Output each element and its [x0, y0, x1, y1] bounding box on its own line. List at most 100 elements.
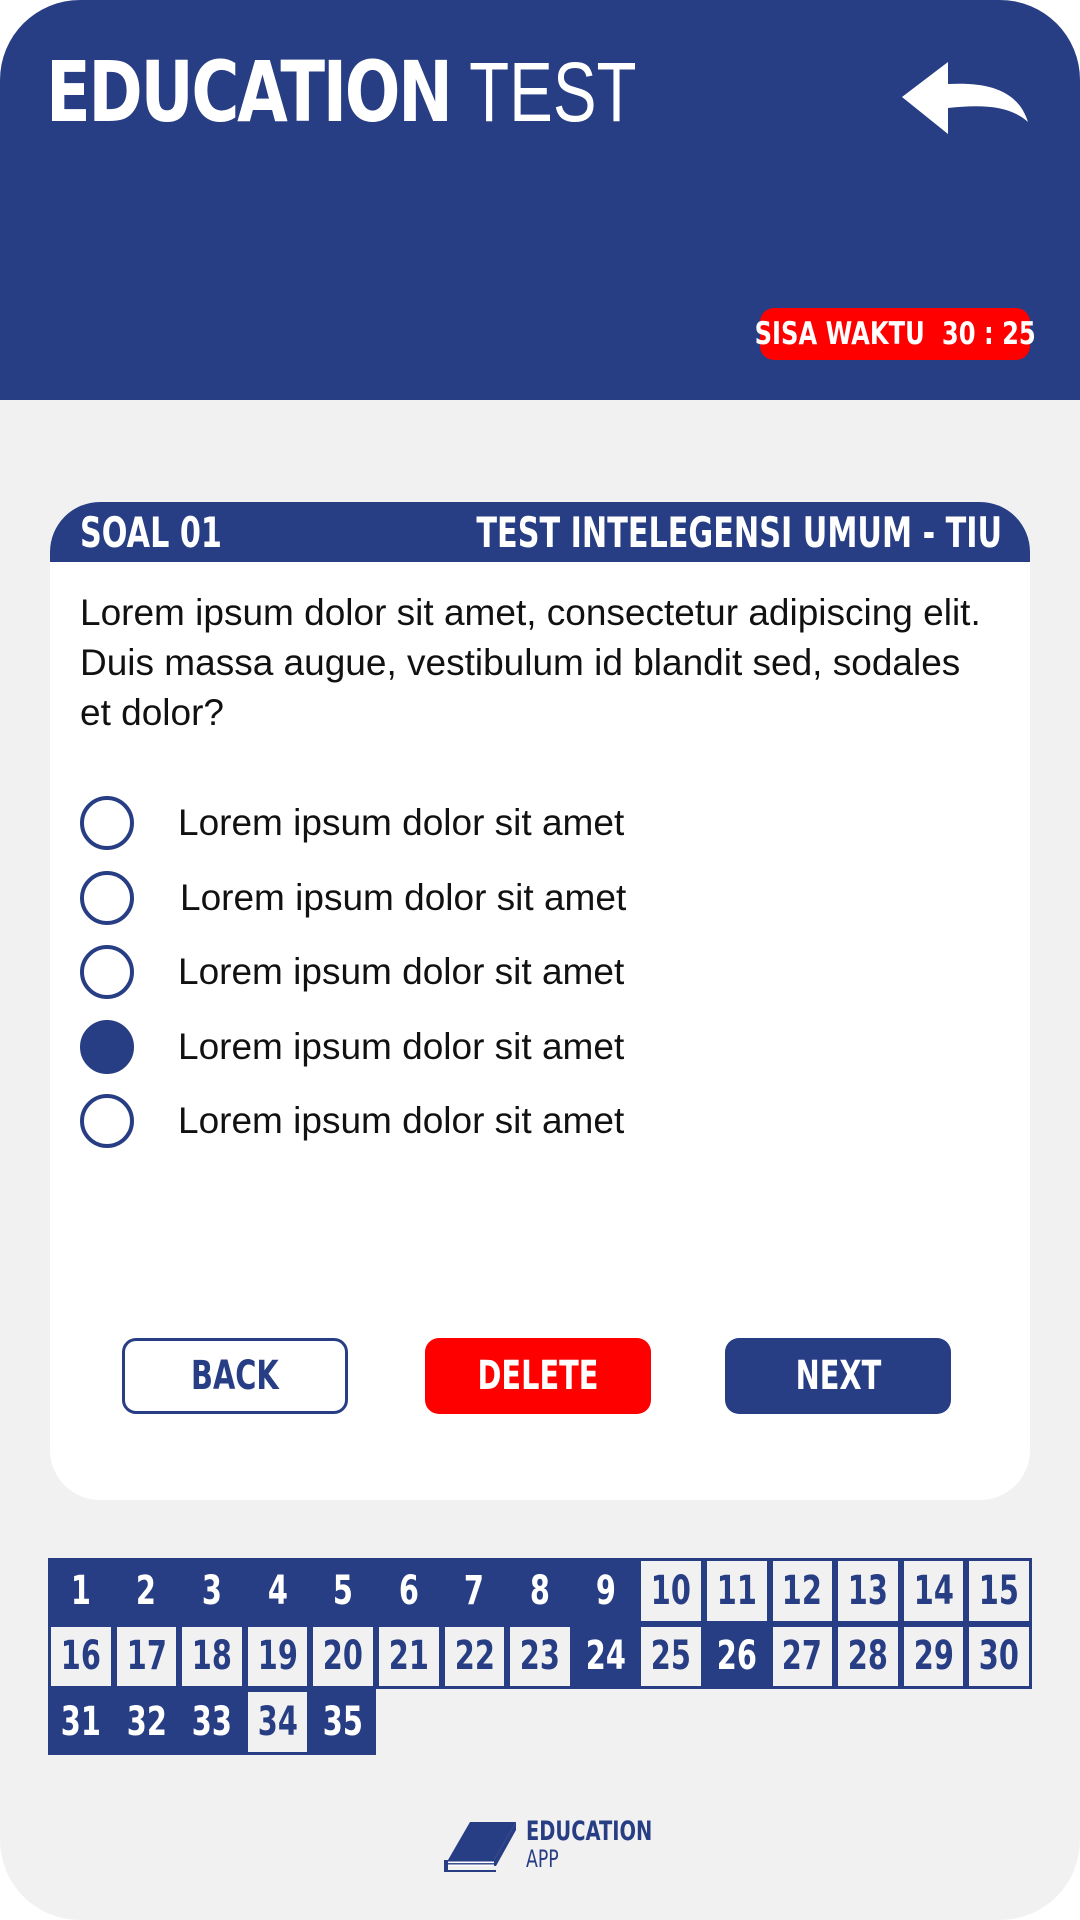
delete-button-label: DELETE — [477, 1353, 599, 1399]
question-number-label: 4 — [267, 1567, 288, 1614]
app-title-bold: EDUCATION — [46, 43, 453, 141]
question-number-cell[interactable]: 21 — [375, 1623, 442, 1690]
question-category: TEST INTELEGENSI UMUM - TIU — [476, 508, 1002, 557]
question-number-label: 30 — [979, 1633, 1020, 1680]
question-number-label: 2 — [136, 1567, 157, 1614]
app-title-light: TEST — [469, 45, 637, 139]
back-arrow-icon[interactable] — [902, 62, 1030, 144]
question-number-label: 15 — [979, 1567, 1020, 1614]
question-number-cell[interactable]: 29 — [900, 1623, 967, 1690]
question-number-label: 28 — [847, 1633, 888, 1680]
footer-logo: EDUCATION APP — [444, 1818, 652, 1874]
question-number-label: 19 — [257, 1633, 298, 1680]
question-number-label: 24 — [585, 1633, 626, 1680]
radio-button[interactable] — [80, 1094, 134, 1149]
question-number-label: 29 — [913, 1633, 954, 1680]
question-number-cell[interactable]: 22 — [441, 1623, 508, 1690]
question-number-cell[interactable]: 16 — [48, 1623, 114, 1690]
question-number-cell[interactable]: 25 — [638, 1623, 704, 1690]
answer-option-label: Lorem ipsum dolor sit amet — [178, 1025, 625, 1067]
question-number-cell[interactable]: 30 — [966, 1623, 1032, 1690]
book-icon — [444, 1822, 516, 1872]
timer-value: 30 : 25 — [941, 316, 1036, 352]
app-screen: EDUCATION TEST SISA WAKTU 30 : 25 SOAL 01… — [0, 0, 1080, 1920]
question-number-cell[interactable]: 34 — [244, 1689, 311, 1755]
question-number-cell[interactable]: 8 — [507, 1558, 573, 1624]
question-number-label: 20 — [323, 1633, 364, 1680]
back-button-label: BACK — [191, 1353, 279, 1399]
question-card: SOAL 01 TEST INTELEGENSI UMUM - TIU Lore… — [50, 502, 1030, 1500]
question-number-cell[interactable]: 20 — [310, 1623, 376, 1690]
answer-option-label: Lorem ipsum dolor sit amet — [180, 876, 627, 918]
question-number-label: 10 — [651, 1567, 692, 1614]
question-number-label: 22 — [454, 1633, 495, 1680]
question-number-cell[interactable]: 23 — [507, 1623, 573, 1690]
question-number-cell[interactable]: 4 — [244, 1558, 311, 1624]
answer-option[interactable]: Lorem ipsum dolor sit amet — [80, 1084, 1000, 1159]
question-number-cell[interactable]: 26 — [703, 1623, 770, 1690]
answer-option[interactable]: Lorem ipsum dolor sit amet — [80, 1010, 1000, 1085]
answer-options: Lorem ipsum dolor sit amet Lorem ipsum d… — [80, 786, 1000, 1159]
question-number-cell[interactable]: 12 — [769, 1558, 836, 1624]
answer-option[interactable]: Lorem ipsum dolor sit amet — [80, 861, 1000, 936]
question-number-label: 27 — [782, 1633, 823, 1680]
question-number-label: 26 — [716, 1633, 757, 1680]
answer-option[interactable]: Lorem ipsum dolor sit amet — [80, 786, 1000, 861]
question-number-label: 32 — [126, 1698, 167, 1745]
question-number-cell[interactable]: 17 — [113, 1623, 180, 1690]
radio-button[interactable] — [80, 1019, 134, 1074]
question-number-label: 12 — [782, 1567, 823, 1614]
question-number-cell[interactable]: 18 — [179, 1623, 245, 1690]
logo-line2: APP — [526, 1845, 559, 1873]
question-number-cell[interactable]: 7 — [441, 1558, 508, 1624]
question-number-label: 11 — [716, 1567, 757, 1614]
question-number-label: 8 — [529, 1567, 550, 1614]
question-number-cell[interactable]: 9 — [572, 1558, 639, 1624]
question-number-label: 16 — [60, 1633, 101, 1680]
question-number-cell[interactable]: 32 — [113, 1689, 180, 1755]
radio-button[interactable] — [80, 945, 134, 1000]
next-button-label: NEXT — [795, 1353, 881, 1399]
question-card-header: SOAL 01 TEST INTELEGENSI UMUM - TIU — [50, 502, 1030, 562]
answer-option[interactable]: Lorem ipsum dolor sit amet — [80, 935, 1000, 1010]
question-number-label: 18 — [191, 1633, 233, 1680]
question-number-cell[interactable]: 24 — [572, 1623, 639, 1690]
next-button[interactable]: NEXT — [725, 1338, 951, 1414]
question-number-label: 3 — [201, 1567, 223, 1614]
question-number-label: 5 — [333, 1567, 354, 1614]
question-number-label: 33 — [191, 1698, 233, 1745]
question-number-label: 34 — [257, 1698, 298, 1745]
radio-button[interactable] — [80, 796, 134, 851]
answer-option-label: Lorem ipsum dolor sit amet — [178, 802, 625, 844]
question-number-cell[interactable]: 35 — [310, 1689, 376, 1755]
question-number-label: 13 — [847, 1567, 888, 1614]
question-number: SOAL 01 — [80, 508, 222, 557]
question-number-label: 1 — [70, 1567, 91, 1614]
question-number-cell[interactable]: 6 — [375, 1558, 442, 1624]
question-number-cell[interactable]: 27 — [769, 1623, 836, 1690]
question-number-cell[interactable]: 1 — [48, 1558, 114, 1624]
question-number-cell[interactable]: 28 — [835, 1623, 901, 1690]
question-number-label: 17 — [126, 1633, 167, 1680]
question-number-cell[interactable]: 2 — [113, 1558, 180, 1624]
question-number-cell[interactable]: 5 — [310, 1558, 376, 1624]
question-number-cell[interactable]: 15 — [966, 1558, 1032, 1624]
question-number-cell[interactable]: 31 — [48, 1689, 114, 1755]
question-number-label: 9 — [595, 1567, 616, 1614]
question-number-cell[interactable]: 13 — [835, 1558, 901, 1624]
logo-line1: EDUCATION — [526, 1816, 653, 1847]
answer-option-label: Lorem ipsum dolor sit amet — [178, 951, 625, 993]
question-number-label: 35 — [323, 1698, 364, 1745]
radio-button[interactable] — [80, 870, 134, 925]
question-number-cell[interactable]: 3 — [179, 1558, 245, 1624]
question-number-label: 7 — [464, 1567, 485, 1614]
question-number-cell[interactable]: 33 — [179, 1689, 245, 1755]
question-number-cell[interactable]: 14 — [900, 1558, 967, 1624]
question-text: Lorem ipsum dolor sit amet, consectetur … — [80, 592, 981, 733]
delete-button[interactable]: DELETE — [425, 1338, 651, 1414]
question-number-cell[interactable]: 10 — [638, 1558, 704, 1624]
question-number-cell[interactable]: 19 — [244, 1623, 311, 1690]
back-button[interactable]: BACK — [122, 1338, 348, 1414]
app-title: EDUCATION TEST — [46, 44, 637, 140]
question-number-cell[interactable]: 11 — [703, 1558, 770, 1624]
